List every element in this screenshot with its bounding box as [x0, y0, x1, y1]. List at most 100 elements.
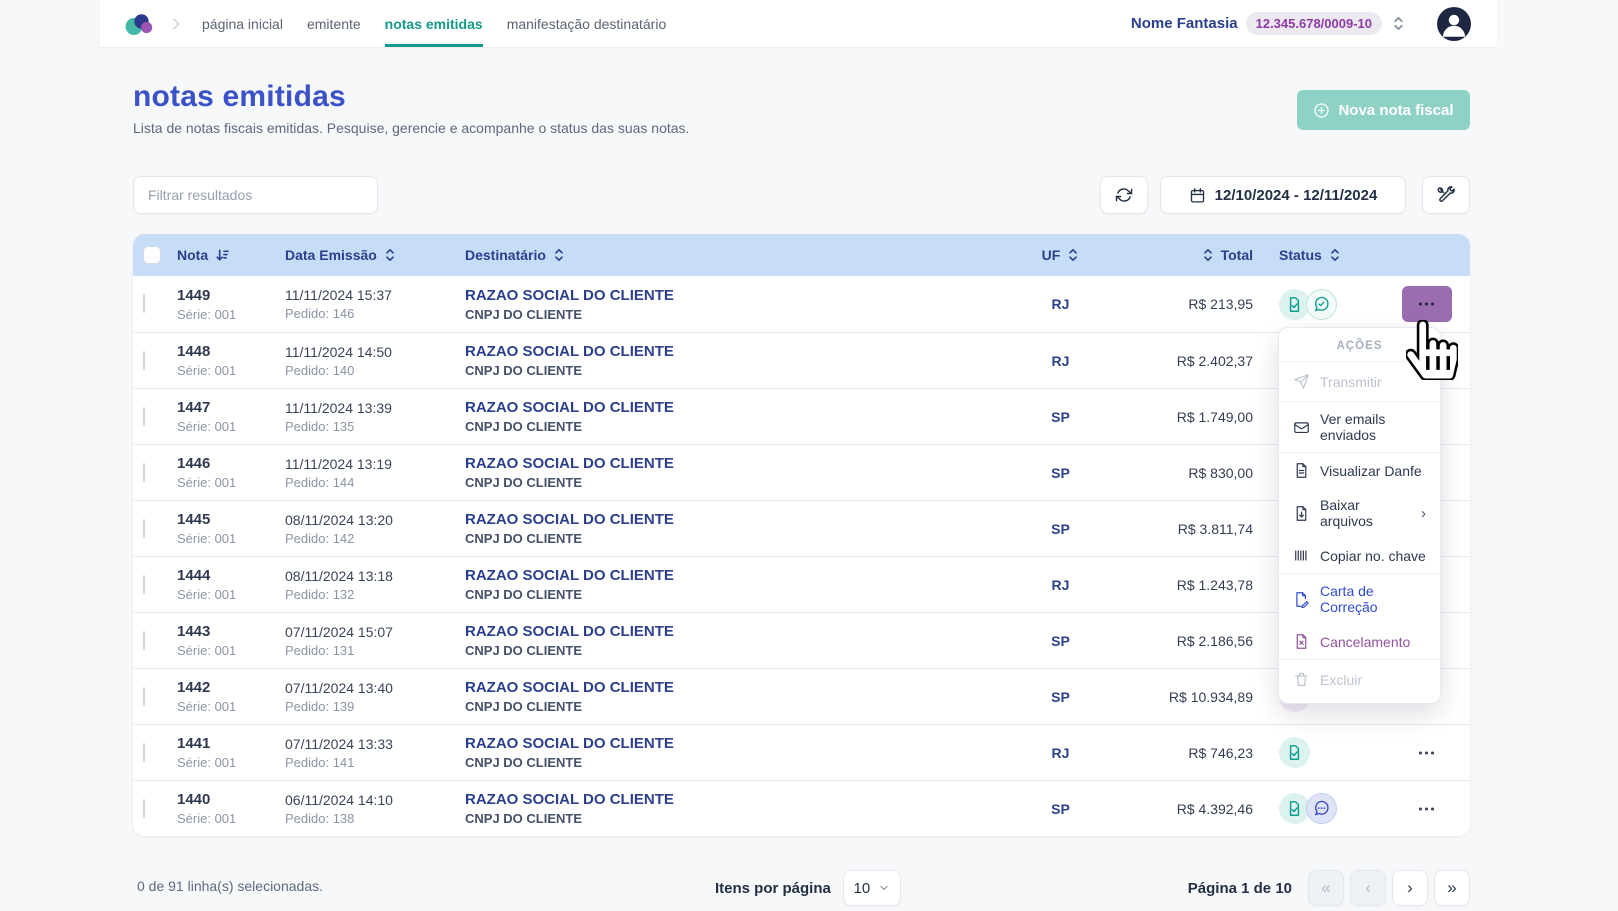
row-checkbox[interactable] — [143, 631, 145, 650]
uf-value: RJ — [978, 296, 1143, 312]
table-row[interactable]: 1449 Série: 001 11/11/2024 15:37 Pedido:… — [133, 276, 1470, 332]
sort-icon — [1067, 248, 1079, 262]
invoice-number: 1442 — [177, 679, 285, 696]
send-icon — [1293, 373, 1310, 390]
menu-item-ver-emails-enviados[interactable]: Ver emails enviados — [1279, 402, 1440, 452]
recipient-name: RAZAO SOCIAL DO CLIENTE — [465, 343, 978, 360]
issue-date: 11/11/2024 13:19 — [285, 456, 465, 472]
uf-value: SP — [978, 521, 1143, 537]
menu-item-visualizar-danfe[interactable]: Visualizar Danfe — [1279, 453, 1440, 488]
menu-item-cancelamento[interactable]: Cancelamento — [1279, 624, 1440, 659]
header-nota[interactable]: Nota — [177, 247, 285, 263]
invoice-number: 1441 — [177, 735, 285, 752]
total-value: R$ 10.934,89 — [1143, 689, 1263, 705]
recipient-cnpj: CNPJ DO CLIENTE — [465, 475, 978, 490]
issue-date: 11/11/2024 14:50 — [285, 344, 465, 360]
header-data-emissao[interactable]: Data Emissão — [285, 247, 465, 263]
row-checkbox[interactable] — [143, 294, 145, 313]
date-range-button[interactable]: 12/10/2024 - 12/11/2024 — [1160, 176, 1406, 214]
header-total[interactable]: Total — [1143, 247, 1263, 263]
recipient-name: RAZAO SOCIAL DO CLIENTE — [465, 623, 978, 640]
row-checkbox[interactable] — [143, 799, 145, 818]
issue-date: 08/11/2024 13:20 — [285, 512, 465, 528]
total-value: R$ 746,23 — [1143, 745, 1263, 761]
row-checkbox[interactable] — [143, 351, 145, 370]
recipient-cnpj: CNPJ DO CLIENTE — [465, 699, 978, 714]
recipient-name: RAZAO SOCIAL DO CLIENTE — [465, 791, 978, 808]
refresh-button[interactable] — [1100, 176, 1148, 214]
row-actions-button[interactable] — [1402, 735, 1452, 771]
select-all-checkbox[interactable] — [143, 246, 161, 264]
navbar: página inicial emitente notas emitidas mani… — [100, 0, 1497, 47]
chevron-down-icon — [878, 882, 890, 894]
cnpj-badge[interactable]: 12.345.678/0009-10 — [1246, 12, 1382, 35]
row-checkbox[interactable] — [143, 743, 145, 762]
table-row[interactable]: 1446 Série: 001 11/11/2024 13:19 Pedido:… — [133, 444, 1470, 500]
issue-date: 06/11/2024 14:10 — [285, 792, 465, 808]
new-invoice-button[interactable]: Nova nota fiscal — [1297, 90, 1470, 130]
app-logo-icon[interactable] — [124, 10, 154, 37]
invoices-table: Nota Data Emissão Destinatário UF Total … — [133, 234, 1470, 836]
table-row[interactable]: 1447 Série: 001 11/11/2024 13:39 Pedido:… — [133, 388, 1470, 444]
row-actions-button[interactable] — [1402, 791, 1452, 827]
row-checkbox[interactable] — [143, 687, 145, 706]
menu-item-copiar-no-chave[interactable]: Copiar no. chave — [1279, 538, 1440, 573]
order-number: Pedido: 132 — [285, 587, 465, 602]
row-checkbox[interactable] — [143, 575, 145, 594]
recipient-name: RAZAO SOCIAL DO CLIENTE — [465, 679, 978, 696]
company-name[interactable]: Nome Fantasia — [1131, 15, 1238, 32]
table-settings-button[interactable] — [1422, 176, 1470, 214]
recipient-cnpj: CNPJ DO CLIENTE — [465, 307, 978, 322]
invoice-series: Série: 001 — [177, 587, 285, 602]
row-checkbox[interactable] — [143, 407, 145, 426]
issue-date: 11/11/2024 15:37 — [285, 287, 465, 303]
table-row[interactable]: 1443 Série: 001 07/11/2024 15:07 Pedido:… — [133, 612, 1470, 668]
table-row[interactable]: 1444 Série: 001 08/11/2024 13:18 Pedido:… — [133, 556, 1470, 612]
last-page-button[interactable]: » — [1434, 870, 1470, 906]
table-row[interactable]: 1448 Série: 001 11/11/2024 14:50 Pedido:… — [133, 332, 1470, 388]
table-row[interactable]: 1442 Série: 001 07/11/2024 13:40 Pedido:… — [133, 668, 1470, 724]
nav-item-emitente[interactable]: emitente — [307, 0, 361, 47]
header-destinatario[interactable]: Destinatário — [465, 247, 978, 263]
company-switcher-icon[interactable] — [1392, 16, 1405, 31]
table-row[interactable]: 1440 Série: 001 06/11/2024 14:10 Pedido:… — [133, 780, 1470, 836]
selection-count: 0 de 91 linha(s) selecionadas. — [137, 878, 323, 894]
row-actions-button[interactable] — [1402, 286, 1452, 322]
nav-item-manifestação-destinatário[interactable]: manifestação destinatário — [507, 0, 667, 47]
page-indicator: Página 1 de 10 — [1188, 880, 1292, 897]
table-row[interactable]: 1441 Série: 001 07/11/2024 13:33 Pedido:… — [133, 724, 1470, 780]
calendar-icon — [1189, 187, 1206, 204]
order-number: Pedido: 146 — [285, 306, 465, 321]
invoice-number: 1446 — [177, 455, 285, 472]
search-input[interactable] — [133, 176, 378, 214]
file-x-icon — [1293, 633, 1310, 650]
total-value: R$ 830,00 — [1143, 465, 1263, 481]
menu-item-baixar-arquivos[interactable]: Baixar arquivos › — [1279, 488, 1440, 538]
refresh-icon — [1115, 186, 1133, 204]
recipient-cnpj: CNPJ DO CLIENTE — [465, 587, 978, 602]
uf-value: SP — [978, 689, 1143, 705]
menu-item-carta-de-corre-o[interactable]: Carta de Correção — [1279, 574, 1440, 624]
nav-item-notas-emitidas[interactable]: notas emitidas — [385, 0, 483, 47]
header-uf[interactable]: UF — [978, 247, 1143, 263]
table-row[interactable]: 1445 Série: 001 08/11/2024 13:20 Pedido:… — [133, 500, 1470, 556]
row-checkbox[interactable] — [143, 519, 145, 538]
uf-value: SP — [978, 801, 1143, 817]
next-page-button[interactable]: › — [1392, 870, 1428, 906]
header-status[interactable]: Status — [1263, 247, 1383, 263]
uf-value: SP — [978, 633, 1143, 649]
order-number: Pedido: 138 — [285, 811, 465, 826]
more-actions-icon — [1417, 750, 1436, 756]
issue-date: 07/11/2024 15:07 — [285, 624, 465, 640]
actions-menu: AÇÕES Transmitir Ver emails enviados Vis… — [1278, 327, 1441, 704]
items-per-page-select[interactable]: 10 — [843, 870, 901, 906]
recipient-cnpj: CNPJ DO CLIENTE — [465, 531, 978, 546]
file-text-icon — [1293, 462, 1310, 479]
row-checkbox[interactable] — [143, 463, 145, 482]
table-body: 1449 Série: 001 11/11/2024 15:37 Pedido:… — [133, 276, 1470, 836]
total-value: R$ 1.243,78 — [1143, 577, 1263, 593]
recipient-cnpj: CNPJ DO CLIENTE — [465, 419, 978, 434]
nav-item-página-inicial[interactable]: página inicial — [202, 0, 283, 47]
invoice-number: 1440 — [177, 791, 285, 808]
user-avatar[interactable] — [1437, 7, 1471, 41]
